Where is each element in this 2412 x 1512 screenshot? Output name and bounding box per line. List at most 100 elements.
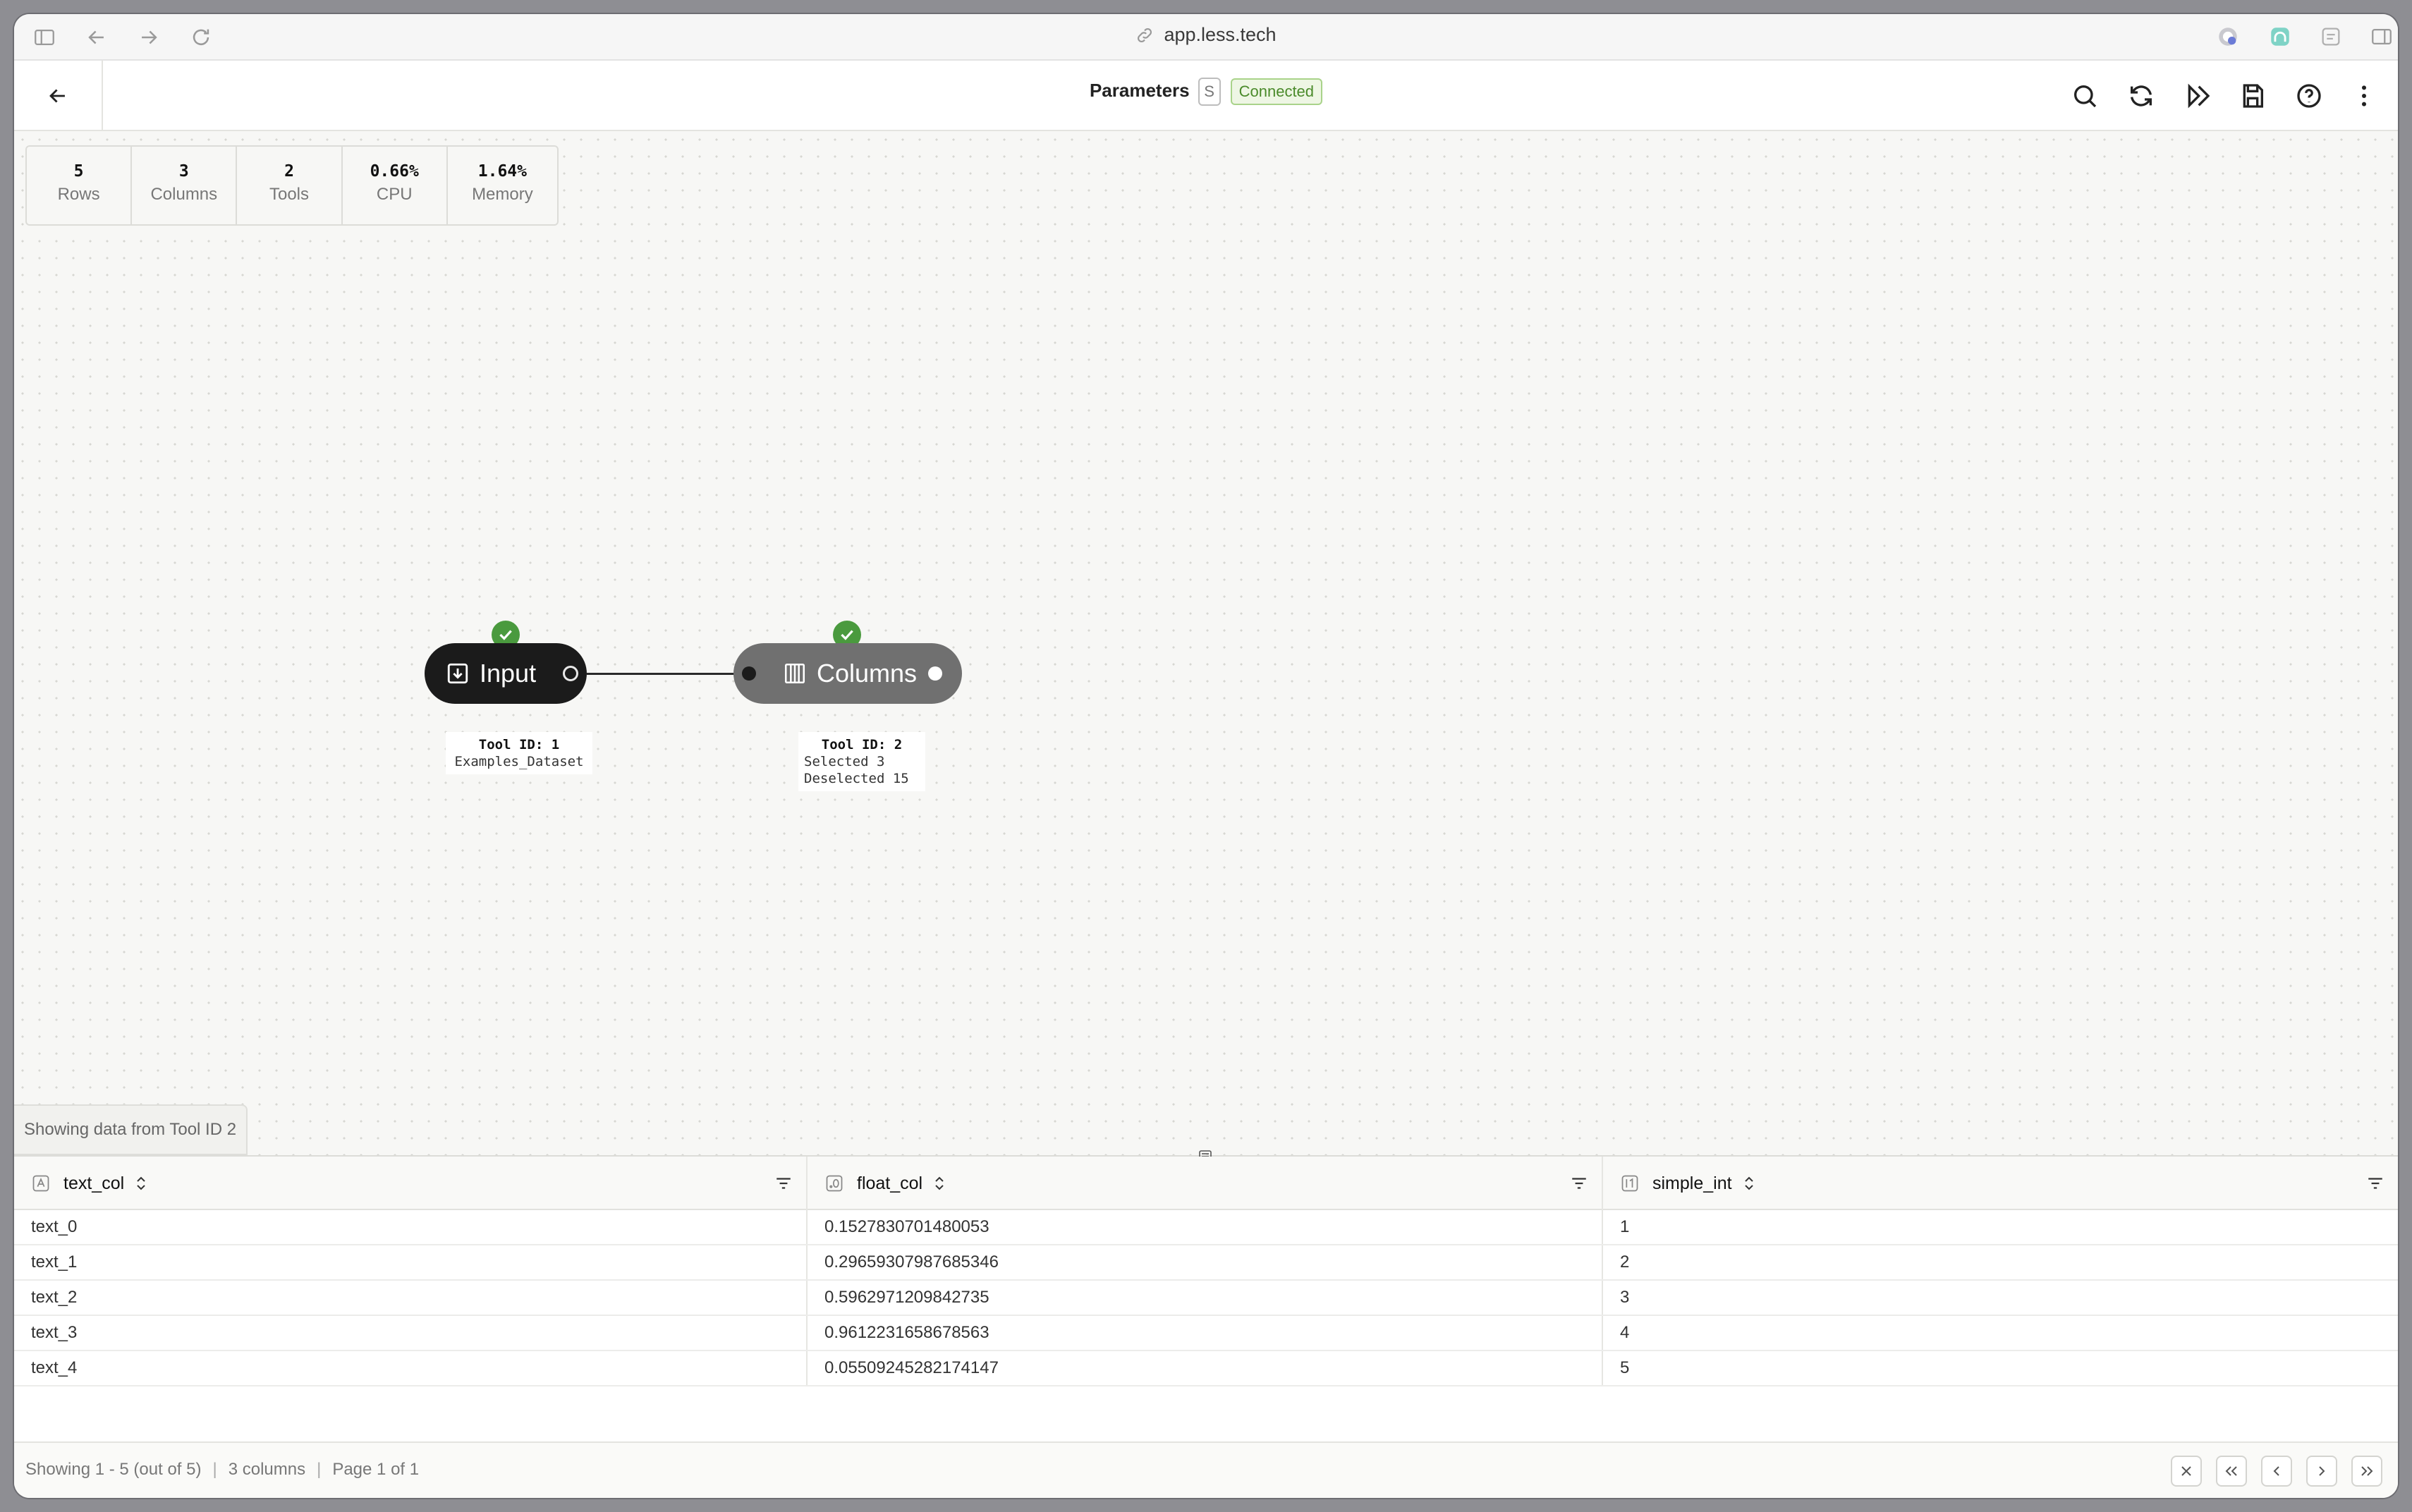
app-extension-icon[interactable] bbox=[2268, 25, 2294, 50]
table-cell[interactable]: 0.1527830701480053 bbox=[808, 1210, 1603, 1244]
column-header-text_col[interactable]: text_col bbox=[14, 1157, 808, 1210]
url-text: app.less.tech bbox=[1164, 24, 1277, 45]
next-page-button[interactable] bbox=[2306, 1456, 2337, 1487]
table-cell[interactable]: 0.29659307987685346 bbox=[808, 1245, 1603, 1279]
extension-icon[interactable] bbox=[2216, 25, 2241, 50]
stat-rows: 5 Rows bbox=[27, 147, 133, 224]
run-button[interactable] bbox=[2183, 82, 2212, 110]
browser-toolbar: app.less.tech bbox=[14, 14, 2398, 61]
previous-page-button[interactable] bbox=[2261, 1456, 2292, 1487]
table-cell[interactable]: 1 bbox=[1603, 1210, 2398, 1244]
app-header: Parameters S Connected bbox=[14, 61, 2398, 131]
input-node-info: Tool ID: 1 Examples_Dataset bbox=[446, 732, 592, 774]
tool-id-label: Tool ID: 1 bbox=[478, 737, 560, 752]
workflow-canvas[interactable]: 5 Rows 3 Columns 2 Tools 0.66% CPU 1.64% Memo… bbox=[14, 131, 2398, 1155]
table-header: text_col float_col simple_int bbox=[14, 1157, 2398, 1210]
table-cell[interactable]: 0.9612231658678563 bbox=[808, 1316, 1603, 1350]
output-port[interactable] bbox=[563, 666, 578, 681]
stat-value: 0.66% bbox=[370, 162, 419, 181]
table-row[interactable]: text_2 0.5962971209842735 3 bbox=[14, 1281, 2398, 1316]
help-button[interactable] bbox=[2295, 82, 2323, 110]
table-cell[interactable]: 0.05509245282174147 bbox=[808, 1351, 1603, 1385]
table-row[interactable]: text_0 0.1527830701480053 1 bbox=[14, 1210, 2398, 1245]
table-cell[interactable]: 4 bbox=[1603, 1316, 2398, 1350]
table-row[interactable]: text_4 0.05509245282174147 5 bbox=[14, 1351, 2398, 1386]
refresh-icon bbox=[2131, 85, 2152, 106]
close-preview-button[interactable] bbox=[2171, 1456, 2202, 1487]
stat-value: 5 bbox=[73, 162, 84, 181]
node-label: Columns bbox=[817, 659, 918, 688]
notes-extension-icon[interactable] bbox=[2319, 25, 2344, 50]
stat-value: 3 bbox=[178, 162, 189, 181]
int-type-icon bbox=[1621, 1175, 1638, 1192]
stat-label: Memory bbox=[472, 185, 533, 204]
table-cell[interactable]: 2 bbox=[1603, 1245, 2398, 1279]
stat-cpu: 0.66% CPU bbox=[343, 147, 448, 224]
stat-value: 1.64% bbox=[477, 162, 528, 181]
sort-icon[interactable] bbox=[134, 1175, 148, 1192]
stat-value: 2 bbox=[284, 162, 294, 181]
table-cell[interactable]: text_1 bbox=[14, 1245, 808, 1279]
selected-count: Selected 3 bbox=[804, 754, 885, 769]
filter-icon[interactable] bbox=[1569, 1174, 1589, 1193]
column-name: float_col bbox=[857, 1173, 923, 1193]
connection-status-badge: Connected bbox=[1230, 78, 1323, 105]
stat-tools: 2 Tools bbox=[237, 147, 343, 224]
table-cell[interactable]: text_0 bbox=[14, 1210, 808, 1244]
column-header-float_col[interactable]: float_col bbox=[808, 1157, 1603, 1210]
stat-label: CPU bbox=[376, 185, 413, 204]
table-row[interactable]: text_3 0.9612231658678563 4 bbox=[14, 1316, 2398, 1351]
sort-icon[interactable] bbox=[932, 1175, 946, 1192]
column-header-simple_int[interactable]: simple_int bbox=[1603, 1157, 2398, 1210]
stat-columns: 3 Columns bbox=[132, 147, 238, 224]
columns-node[interactable]: Columns bbox=[733, 643, 962, 704]
sort-icon[interactable] bbox=[1742, 1175, 1756, 1192]
last-page-button[interactable] bbox=[2351, 1456, 2382, 1487]
text-type-icon bbox=[32, 1175, 49, 1192]
table-row[interactable]: text_1 0.29659307987685346 2 bbox=[14, 1245, 2398, 1281]
column-name: simple_int bbox=[1652, 1173, 1732, 1193]
help-icon bbox=[2297, 84, 2321, 108]
split-view-icon[interactable] bbox=[2370, 25, 2395, 50]
search-icon bbox=[2074, 85, 2097, 108]
stat-label: Tools bbox=[269, 185, 310, 204]
filter-icon[interactable] bbox=[774, 1174, 793, 1193]
deselected-count: Deselected 15 bbox=[804, 771, 909, 786]
stats-panel: 5 Rows 3 Columns 2 Tools 0.66% CPU 1.64% Memo… bbox=[25, 145, 559, 226]
connection-edge[interactable] bbox=[587, 673, 748, 675]
save-icon bbox=[2243, 84, 2263, 108]
filter-icon[interactable] bbox=[2365, 1174, 2385, 1193]
run-icon bbox=[2188, 83, 2210, 109]
shortcut-badge: S bbox=[1198, 78, 1221, 106]
address-bar[interactable]: app.less.tech bbox=[14, 24, 2398, 46]
close-icon bbox=[2181, 1466, 2191, 1476]
double-chevron-left-icon bbox=[2225, 1466, 2237, 1476]
columns-node-info: Tool ID: 2 Selected 3 Deselected 15 bbox=[798, 732, 925, 791]
input-port[interactable] bbox=[742, 666, 756, 681]
header-title-group: Parameters S Connected bbox=[14, 78, 2398, 106]
save-button[interactable] bbox=[2239, 82, 2267, 110]
dataset-name: Examples_Dataset bbox=[454, 754, 584, 769]
search-button[interactable] bbox=[2071, 82, 2099, 110]
output-port[interactable] bbox=[928, 666, 942, 681]
table-body: text_0 0.1527830701480053 1 text_1 0.296… bbox=[14, 1210, 2398, 1386]
float-type-icon bbox=[826, 1175, 843, 1192]
input-node[interactable]: Input bbox=[425, 643, 587, 704]
table-cell[interactable]: text_3 bbox=[14, 1316, 808, 1350]
table-cell[interactable]: 3 bbox=[1603, 1281, 2398, 1315]
chevron-left-icon bbox=[2273, 1466, 2279, 1476]
page-indicator: Page 1 of 1 bbox=[332, 1460, 420, 1479]
stat-label: Columns bbox=[150, 185, 218, 204]
table-cell[interactable]: 5 bbox=[1603, 1351, 2398, 1385]
more-options-button[interactable] bbox=[2350, 82, 2378, 110]
table-cell[interactable]: text_4 bbox=[14, 1351, 808, 1385]
link-icon bbox=[1138, 28, 1152, 42]
showing-data-tag: Showing data from Tool ID 2 bbox=[14, 1104, 248, 1155]
stat-memory: 1.64% Memory bbox=[448, 147, 557, 224]
table-cell[interactable]: text_2 bbox=[14, 1281, 808, 1315]
browser-window: app.less.tech Parameters S Connected 5 R… bbox=[14, 14, 2398, 1498]
column-name: text_col bbox=[63, 1173, 125, 1193]
table-cell[interactable]: 0.5962971209842735 bbox=[808, 1281, 1603, 1315]
refresh-button[interactable] bbox=[2127, 82, 2155, 110]
first-page-button[interactable] bbox=[2216, 1456, 2247, 1487]
